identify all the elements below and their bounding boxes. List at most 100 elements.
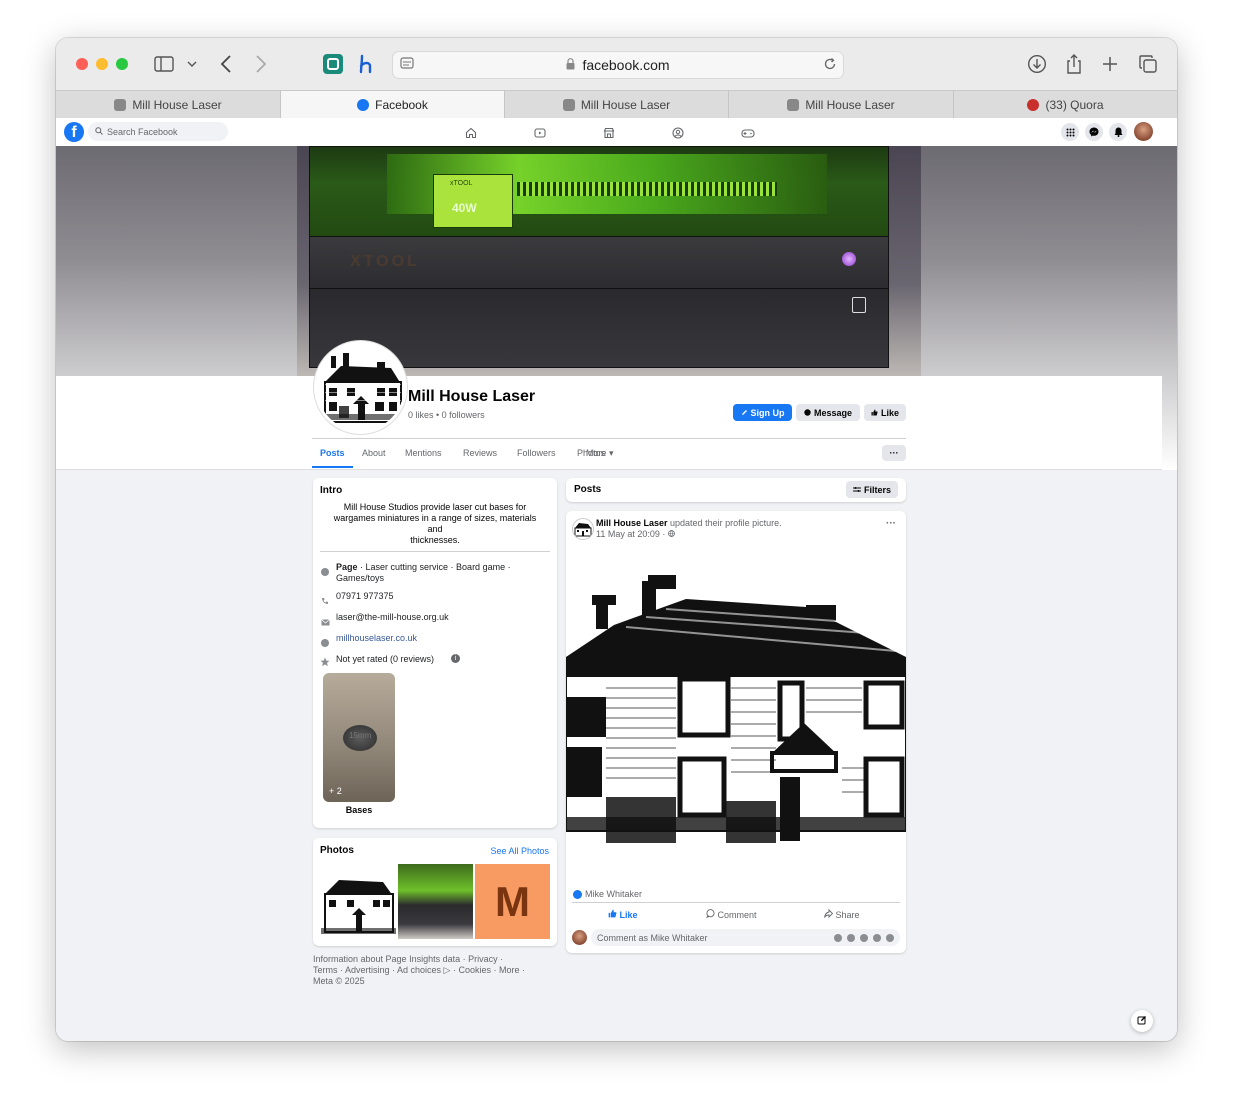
rating-info-icon[interactable]: i — [451, 654, 460, 663]
tab-posts[interactable]: Posts — [320, 448, 345, 458]
page-stats[interactable]: 0 likes • 0 followers — [408, 410, 485, 420]
reload-icon[interactable] — [823, 57, 837, 76]
certification-badge-icon — [852, 297, 866, 313]
notifications-bell-icon[interactable] — [1109, 123, 1127, 141]
facebook-logo-icon[interactable]: f — [64, 122, 84, 142]
featured-label[interactable]: Bases — [323, 805, 395, 815]
message-button[interactable]: Message — [796, 404, 860, 421]
minimize-window-button[interactable] — [96, 58, 108, 70]
header-bottom-border — [56, 469, 1162, 470]
post-author-avatar[interactable] — [572, 518, 594, 540]
post-image[interactable] — [566, 547, 906, 867]
tab-more[interactable]: More ▾ — [586, 448, 614, 459]
tab-about[interactable]: About — [362, 448, 386, 458]
rating-text: Not yet rated (0 reviews) — [336, 654, 435, 664]
menu-grid-icon[interactable] — [1061, 123, 1079, 141]
sticker-icon[interactable] — [886, 933, 894, 942]
compose-icon — [1137, 1012, 1147, 1030]
tab-mentions[interactable]: Mentions — [405, 448, 442, 458]
tab-reviews[interactable]: Reviews — [463, 448, 497, 458]
tab-mill-house-laser-1[interactable]: Mill House Laser — [56, 91, 281, 119]
back-icon[interactable] — [218, 54, 234, 74]
globe-icon — [321, 634, 329, 652]
footer-privacy-link[interactable]: Privacy — [468, 954, 498, 964]
facebook-search-input[interactable]: Search Facebook — [88, 122, 228, 141]
page-label: Page — [336, 562, 358, 572]
marketplace-icon[interactable] — [603, 126, 615, 144]
post-reactions[interactable]: Mike Whitaker — [573, 889, 642, 899]
post-options-icon[interactable]: ··· — [886, 518, 896, 529]
sidebar-toggle-icon[interactable] — [153, 54, 175, 74]
machine-panel: XTOOL — [309, 236, 889, 290]
tab-overview-icon[interactable] — [1138, 54, 1158, 74]
photo-thumb-house[interactable] — [321, 864, 396, 939]
tab-facebook[interactable]: Facebook — [281, 91, 505, 119]
avatar-sticker-icon[interactable] — [834, 933, 842, 942]
footer-links: Information about Page Insights data · P… — [313, 954, 558, 987]
tab-label: Facebook — [375, 98, 428, 112]
tab-mill-house-laser-2[interactable]: Mill House Laser — [505, 91, 729, 119]
post-author-name[interactable]: Mill House Laser — [596, 518, 668, 528]
post-comment-button[interactable]: Comment — [706, 909, 757, 920]
camera-icon[interactable] — [860, 933, 868, 942]
new-message-button[interactable] — [1131, 1010, 1153, 1032]
footer-sep: · — [460, 954, 469, 964]
chevron-down-icon[interactable] — [186, 54, 198, 74]
emoji-icon[interactable] — [847, 933, 855, 942]
post-share-button[interactable]: Share — [824, 908, 860, 920]
cover-photo[interactable]: xTOOL 40W XTOOL — [297, 146, 921, 376]
photo-thumb-laser[interactable] — [398, 864, 473, 939]
website-link[interactable]: millhouselaser.co.uk — [336, 633, 417, 643]
commenter-avatar[interactable] — [572, 930, 587, 945]
filters-button[interactable]: Filters — [846, 481, 898, 498]
thumbs-up-icon — [608, 909, 617, 920]
profile-picture[interactable] — [314, 341, 407, 434]
post-card: Mill House Laser updated their profile p… — [566, 511, 906, 953]
forward-icon[interactable] — [253, 54, 269, 74]
zoom-window-button[interactable] — [116, 58, 128, 70]
phone-icon — [321, 592, 329, 610]
home-icon[interactable] — [465, 126, 477, 144]
sign-up-button[interactable]: Sign Up — [733, 404, 792, 421]
footer-sep: · — [497, 954, 504, 964]
see-all-photos-link[interactable]: See All Photos — [490, 846, 549, 856]
address-bar[interactable]: facebook.com — [392, 51, 844, 79]
messenger-icon[interactable] — [1085, 123, 1103, 141]
tab-quora[interactable]: (33) Quora — [954, 91, 1177, 119]
featured-bases-image[interactable]: 15mm + 2 — [323, 673, 395, 802]
video-icon[interactable] — [534, 126, 546, 144]
comment-input[interactable]: Comment as Mike Whitaker — [591, 929, 900, 946]
download-icon[interactable] — [1027, 54, 1047, 74]
page-categories: · Laser cutting service · Board game · — [357, 562, 511, 572]
gif-icon[interactable] — [873, 933, 881, 942]
tab-followers[interactable]: Followers — [517, 448, 556, 458]
gaming-icon[interactable] — [741, 126, 755, 144]
close-window-button[interactable] — [76, 58, 88, 70]
info-icon — [321, 563, 329, 581]
post-action: updated their profile picture. — [667, 518, 782, 528]
share-label: Share — [835, 910, 860, 920]
power-button-icon — [842, 252, 856, 266]
like-page-label: Like — [880, 407, 899, 418]
groups-icon[interactable] — [672, 126, 684, 144]
phone-number[interactable]: 07971 977375 — [336, 591, 394, 601]
post-date[interactable]: 11 May at 20:09 · — [596, 529, 668, 539]
email-address[interactable]: laser@the-mill-house.org.uk — [336, 612, 449, 622]
share-icon[interactable] — [1064, 54, 1084, 74]
photos-title: Photos — [320, 845, 354, 856]
footer-page-insights-link[interactable]: Information about Page Insights data — [313, 954, 460, 964]
photo-thumb-m[interactable]: M — [475, 864, 550, 939]
new-tab-icon[interactable] — [1100, 54, 1120, 74]
account-avatar[interactable] — [1134, 122, 1153, 141]
coin-label: 15mm — [349, 731, 372, 740]
intro-description: Mill House Studios provide laser cut bas… — [317, 502, 553, 546]
like-page-button[interactable]: Like — [864, 404, 906, 421]
laser-rail — [517, 182, 777, 196]
honey-extension-icon[interactable] — [357, 54, 377, 74]
more-options-button[interactable]: ··· — [882, 445, 906, 461]
post-like-button[interactable]: Like — [608, 909, 638, 920]
extension-icon[interactable] — [323, 54, 343, 74]
lock-icon — [566, 58, 578, 73]
tab-mill-house-laser-3[interactable]: Mill House Laser — [729, 91, 954, 119]
footer-line-2[interactable]: Terms · Advertising · Ad choices ▷ · Coo… — [313, 965, 558, 976]
